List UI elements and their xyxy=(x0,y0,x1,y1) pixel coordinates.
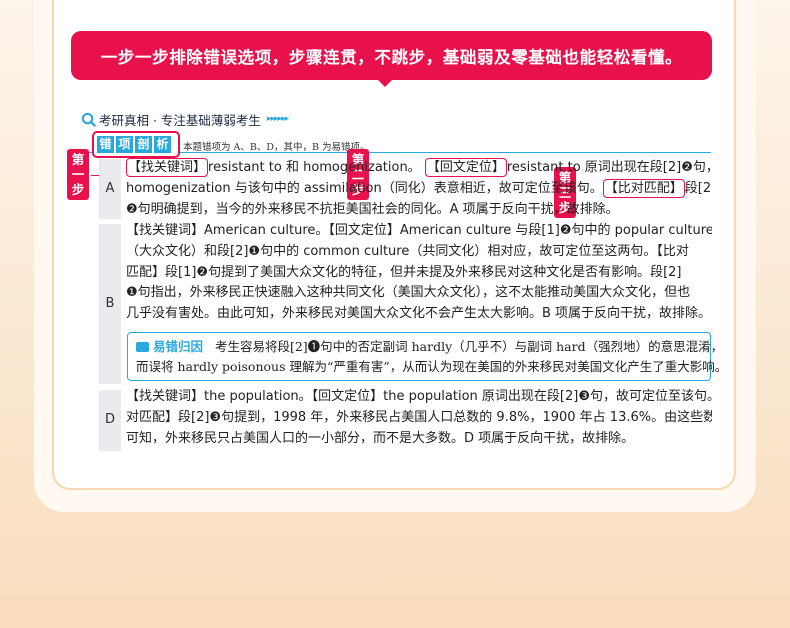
step-one-marker: 第 一 步 xyxy=(67,149,89,200)
text-segment: resistant to 和 homogenization。 xyxy=(208,160,421,175)
text-line: 几乎没有害处。由此可知，外来移民对美国大众文化不会产生太大影响。B 项属于反向干… xyxy=(126,306,712,322)
text-line: 【找关键词】 resistant to 和 homogenization。 【回文… xyxy=(126,158,712,179)
step-char: 第 xyxy=(71,152,85,167)
arrow-icons: ▸▸▸▸▸▸ xyxy=(266,114,289,124)
banner-text: 一步一步排除错误选项，步骤连贯，不跳步，基础弱及零基础也能轻松看懂。 xyxy=(100,47,683,67)
banner-pointer xyxy=(377,79,393,87)
text-line: ❶句指出，外来移民正快速融入这种共同文化（美国大众文化），这不太能推动美国大众文… xyxy=(126,285,691,301)
section-title: 错 项 剖 析 xyxy=(97,136,171,153)
section-title-char: 项 xyxy=(116,136,133,153)
text-line: 【找关键词】the population。【回文定位】the populatio… xyxy=(126,389,712,404)
section-title-char: 错 xyxy=(97,136,114,153)
option-letter: B xyxy=(99,224,121,384)
option-d-text: 【找关键词】the population。【回文定位】the populatio… xyxy=(126,387,712,449)
mistake-note-box: 易错归因 考生容易将段[2]❶句中的否定副词 hardly（几乎不）与副词 ha… xyxy=(127,332,728,381)
text-line: homogenization 与该句中的 assimilation（同化）表意相… xyxy=(126,178,712,200)
option-a-text: 【找关键词】 resistant to 和 homogenization。 【回文… xyxy=(126,158,712,220)
note-icon xyxy=(136,342,149,352)
text-line: 匹配】段[1]❷句提到了美国大众文化的特征，但并未提及外来移民对这种文化是否有影… xyxy=(126,264,682,280)
step-char: 步 xyxy=(71,182,85,197)
option-a-block: A 【找关键词】 resistant to 和 homogenization。 【… xyxy=(99,158,714,220)
section-hint: 本题错项为 A、B、D，其中，B 为易错项。 xyxy=(183,142,370,153)
brand-row: 考研真相 · 专注基础薄弱考生 ▸▸▸▸▸▸ xyxy=(81,110,289,128)
option-letter: D xyxy=(99,390,121,451)
section-title-char: 析 xyxy=(154,136,171,153)
brand-text: 考研真相 · 专注基础薄弱考生 xyxy=(99,112,261,128)
text-line: 对匹配】段[2]❸句提到，1998 年，外来移民占美国人口总数的 9.8%，19… xyxy=(126,409,712,425)
step-char: 一 xyxy=(71,167,85,182)
text-line: 可知，外来移民只占美国人口的一小部分，而不是大多数。D 项属于反向干扰，故排除。 xyxy=(126,430,635,446)
step-tag: 【找关键词】 xyxy=(126,158,209,177)
text-segment: 段[2] xyxy=(684,180,712,196)
option-letter: A xyxy=(99,159,121,219)
mistake-text: 考生容易将段[2]❶句中的否定副词 hardly（几乎不）与副词 hard（强烈… xyxy=(214,339,724,354)
text-line: ❷句明确提到，当今的外来移民不抗拒美国社会的同化。A 项属于反向干扰，故排除。 xyxy=(126,201,619,217)
mistake-line: 而误将 hardly poisonous 理解为“严重有害”，从而认为现在美国的… xyxy=(136,359,728,374)
text-line: （大众文化）和段[2]❶句中的 common culture（共同文化）相对应，… xyxy=(126,243,689,259)
option-d-block: D 【找关键词】the population。【回文定位】the populat… xyxy=(99,387,714,451)
mistake-label: 易错归因 xyxy=(153,339,204,354)
search-icon xyxy=(81,112,96,127)
text-segment: homogenization 与该句中的 assimilation（同化）表意相… xyxy=(126,180,603,196)
mistake-line: 易错归因 考生容易将段[2]❶句中的否定副词 hardly（几乎不）与副词 ha… xyxy=(136,337,723,357)
step-tag: 【比对匹配】 xyxy=(602,178,685,198)
text-line: 【找关键词】American culture。【回文定位】American cu… xyxy=(126,223,712,238)
step-tag: 【回文定位】 xyxy=(424,158,507,177)
headline-banner: 一步一步排除错误选项，步骤连贯，不跳步，基础弱及零基础也能轻松看懂。 xyxy=(71,31,712,80)
text-segment: resistant to 原词出现在段[2]❷句，且 xyxy=(506,160,712,175)
option-b-text: 【找关键词】American culture。【回文定位】American cu… xyxy=(126,221,712,325)
section-title-char: 剖 xyxy=(135,136,152,153)
